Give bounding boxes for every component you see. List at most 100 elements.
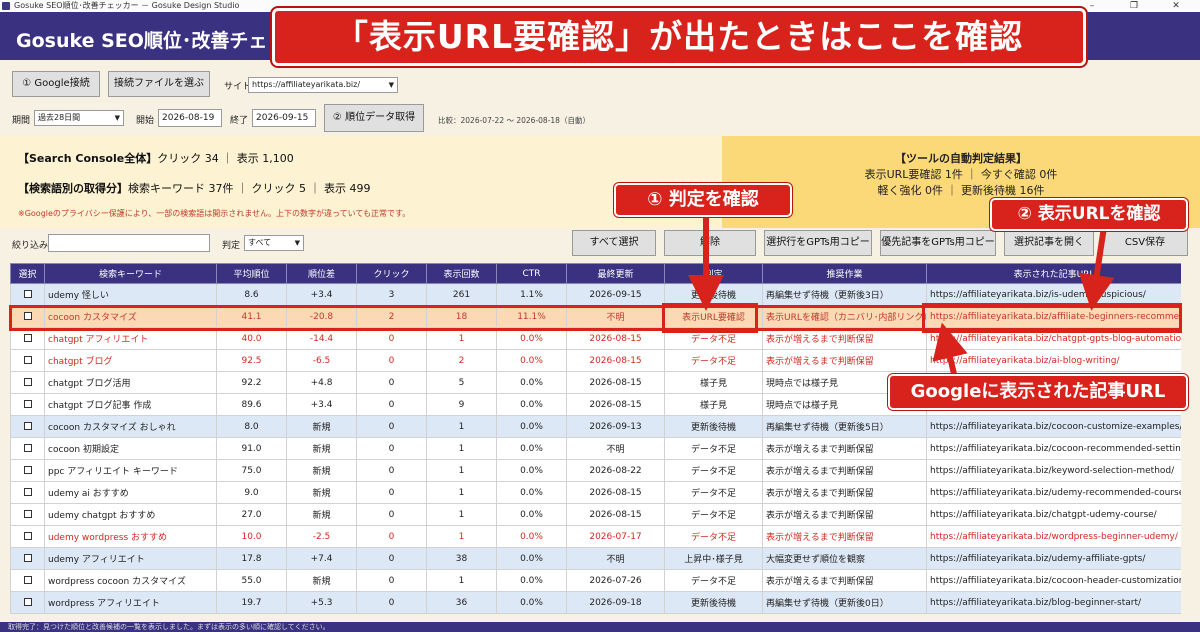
cell-url[interactable]: https://affiliateyarikata.biz/udemy-affi… — [926, 547, 1181, 570]
row-select-cell — [10, 305, 45, 328]
row-checkbox[interactable] — [23, 290, 32, 298]
copy-priority-gpts-button[interactable]: 優先記事をGPTs用コピー — [880, 230, 996, 256]
cell-kw: udemy wordpress おすすめ — [44, 525, 217, 548]
cell-url[interactable]: https://affiliateyarikata.biz/wordpress-… — [926, 525, 1181, 548]
cell-url[interactable]: https://affiliateyarikata.biz/cocoon-cus… — [926, 415, 1181, 438]
column-header[interactable]: 表示回数 — [426, 263, 497, 284]
cell-clicks: 0 — [356, 349, 427, 372]
table-row[interactable]: cocoon カスタマイズ おしゃれ 8.0 新規 0 1 0.0% 2026-09-13 更… — [10, 415, 1181, 438]
cell-diff: +5.3 — [286, 591, 357, 614]
row-checkbox[interactable] — [23, 488, 32, 496]
table-row[interactable]: wordpress アフィリエイト 19.7 +5.3 0 36 0.0% 2026-09-… — [10, 591, 1181, 614]
cell-rank: 8.0 — [216, 415, 287, 438]
end-date-field[interactable]: 2026-09-15 — [252, 109, 316, 127]
row-checkbox[interactable] — [23, 378, 32, 386]
judge-filter-select[interactable]: すべて ▼ — [244, 235, 304, 251]
cell-jdg: データ不足 — [664, 349, 763, 372]
row-checkbox[interactable] — [23, 444, 32, 452]
table-row[interactable]: chatgpt ブログ 92.5 -6.5 0 2 0.0% 2026-08-15 データ不足… — [10, 349, 1181, 372]
cell-kw: udemy 怪しい — [44, 283, 217, 306]
start-date-label: 開始 — [136, 116, 155, 126]
filter-input[interactable] — [48, 234, 210, 252]
start-date-field[interactable]: 2026-08-19 — [158, 109, 222, 127]
cell-act: 表示が増えるまで判断保留 — [762, 525, 927, 548]
column-header[interactable]: 平均順位 — [216, 263, 287, 284]
select-connection-file-button[interactable]: 接続ファイルを選ぶ — [108, 71, 210, 97]
results-table: 選択 検索キーワード 平均順位 順位差 クリック 表示回数 CTR 最終更新 判定 推奨作業 表示さ… — [10, 263, 1181, 619]
row-checkbox[interactable] — [23, 466, 32, 474]
restore-button[interactable]: ❐ — [1114, 0, 1154, 12]
cell-clicks: 0 — [356, 481, 427, 504]
column-header[interactable]: 判定 — [664, 263, 763, 284]
cell-url[interactable]: https://affiliateyarikata.biz/chatgpt-gp… — [926, 327, 1181, 350]
cell-upd: 2026-08-22 — [566, 459, 665, 482]
chevron-down-icon: ▼ — [114, 114, 120, 122]
table-row[interactable]: udemy chatgpt おすすめ 27.0 新規 0 1 0.0% 2026-08-15… — [10, 503, 1181, 526]
cell-clicks: 0 — [356, 525, 427, 548]
row-checkbox[interactable] — [23, 356, 32, 364]
cell-url[interactable]: https://affiliateyarikata.biz/cocoon-hea… — [926, 569, 1181, 592]
cell-act: 表示が増えるまで判断保留 — [762, 459, 927, 482]
row-checkbox[interactable] — [23, 334, 32, 342]
column-header[interactable]: 表示された記事URL — [926, 263, 1181, 284]
table-row[interactable]: cocoon 初期設定 91.0 新規 0 1 0.0% 不明 データ不足 表示が増えるまで判断… — [10, 437, 1181, 460]
cell-ctr: 0.0% — [496, 415, 567, 438]
close-button[interactable]: ✕ — [1156, 0, 1196, 12]
table-header-row: 選択 検索キーワード 平均順位 順位差 クリック 表示回数 CTR 最終更新 判定 推奨作業 表示さ… — [10, 263, 1181, 284]
csv-save-button[interactable]: CSV保存 — [1102, 230, 1188, 256]
column-header[interactable]: 最終更新 — [566, 263, 665, 284]
cell-rank: 92.5 — [216, 349, 287, 372]
deselect-button[interactable]: 解除 — [664, 230, 756, 256]
cell-rank: 75.0 — [216, 459, 287, 482]
cell-imp: 1 — [426, 503, 497, 526]
select-all-button[interactable]: すべて選択 — [572, 230, 656, 256]
fetch-ranking-button[interactable]: ② 順位データ取得 — [324, 104, 424, 132]
cell-clicks: 0 — [356, 371, 427, 394]
table-row[interactable]: ppc アフィリエイト キーワード 75.0 新規 0 1 0.0% 2026-08-22 デ… — [10, 459, 1181, 482]
row-checkbox[interactable] — [23, 510, 32, 518]
cell-url[interactable]: https://affiliateyarikata.biz/is-udemy-s… — [926, 283, 1181, 306]
table-row[interactable]: udemy 怪しい 8.6 +3.4 3 261 1.1% 2026-09-15 更新後待機再… — [10, 283, 1181, 306]
cell-url[interactable]: https://affiliateyarikata.biz/ai-blog-wr… — [926, 349, 1181, 372]
table-row[interactable]: wordpress cocoon カスタマイズ 55.0 新規 0 1 0.0% 2026-… — [10, 569, 1181, 592]
open-selected-articles-button[interactable]: 選択記事を開く — [1004, 230, 1094, 256]
row-checkbox[interactable] — [23, 400, 32, 408]
table-row[interactable]: cocoon カスタマイズ 41.1 -20.8 2 18 11.1% 不明 表示URL要確認… — [10, 305, 1181, 328]
cell-url[interactable]: https://affiliateyarikata.biz/chatgpt-ud… — [926, 503, 1181, 526]
period-select[interactable]: 過去28日間 ▼ — [34, 110, 124, 126]
column-header[interactable]: 選択 — [10, 263, 45, 284]
site-select[interactable]: https://affiliateyarikata.biz/ ▼ — [248, 77, 398, 93]
cell-jdg: データ不足 — [664, 437, 763, 460]
cell-url[interactable]: https://affiliateyarikata.biz/blog-begin… — [926, 591, 1181, 614]
row-checkbox[interactable] — [23, 576, 32, 584]
row-checkbox[interactable] — [23, 554, 32, 562]
row-checkbox[interactable] — [23, 422, 32, 430]
row-checkbox[interactable] — [23, 532, 32, 540]
cell-url[interactable]: https://affiliateyarikata.biz/affiliate-… — [926, 305, 1181, 328]
column-header[interactable]: CTR — [496, 263, 567, 284]
column-header[interactable]: 検索キーワード — [44, 263, 217, 284]
cell-url[interactable]: https://affiliateyarikata.biz/cocoon-rec… — [926, 437, 1181, 460]
column-header[interactable]: クリック — [356, 263, 427, 284]
cell-act: 表示URLを確認（カニバリ･内部リンク） — [762, 305, 927, 328]
table-row[interactable]: udemy ai おすすめ 9.0 新規 0 1 0.0% 2026-08-15 データ不足表… — [10, 481, 1181, 504]
cell-url[interactable]: https://affiliateyarikata.biz/keyword-se… — [926, 459, 1181, 482]
copy-selected-gpts-button[interactable]: 選択行をGPTs用コピー — [764, 230, 872, 256]
keyword-total: 【検索語別の取得分】検索キーワード 37件 ｜ クリック 5 ｜ 表示 499 — [18, 180, 370, 196]
cell-act: 再編集せず待機（更新後5日） — [762, 415, 927, 438]
cell-kw: chatgpt ブログ — [44, 349, 217, 372]
cell-url[interactable]: https://affiliateyarikata.biz/udemy-reco… — [926, 481, 1181, 504]
row-checkbox[interactable] — [23, 598, 32, 606]
cell-upd: 2026-07-17 — [566, 525, 665, 548]
column-header[interactable]: 順位差 — [286, 263, 357, 284]
row-checkbox[interactable] — [23, 312, 32, 320]
table-row[interactable]: chatgpt アフィリエイト 40.0 -14.4 0 1 0.0% 2026-08-15… — [10, 327, 1181, 350]
google-connect-button[interactable]: ① Google接続 — [12, 71, 100, 97]
column-header[interactable]: 推奨作業 — [762, 263, 927, 284]
table-row[interactable]: udemy アフィリエイト 17.8 +7.4 0 38 0.0% 不明 上昇中･様子見 大幅変… — [10, 547, 1181, 570]
row-select-cell — [10, 437, 45, 460]
cell-diff: 新規 — [286, 481, 357, 504]
cell-diff: -2.5 — [286, 525, 357, 548]
cell-act: 再編集せず待機（更新後0日） — [762, 591, 927, 614]
table-row[interactable]: udemy wordpress おすすめ 10.0 -2.5 0 1 0.0% 2026-0… — [10, 525, 1181, 548]
